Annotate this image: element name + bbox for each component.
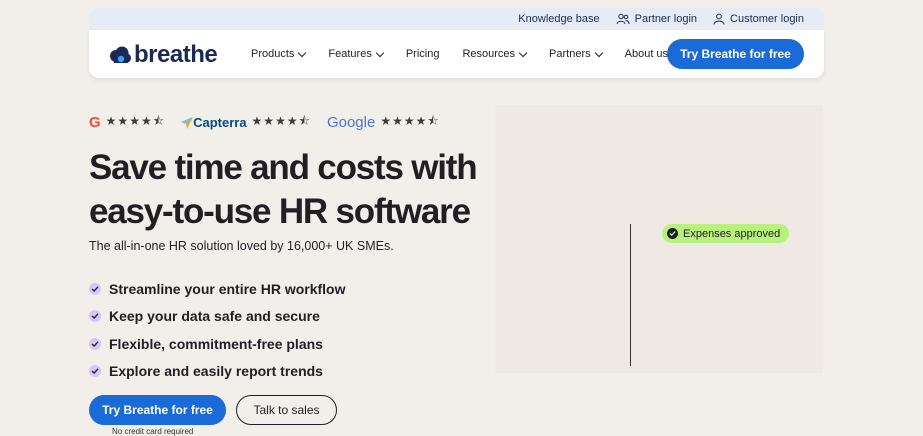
list-item: Keep your data safe and secure (89, 303, 346, 331)
utility-bar: Knowledge base Partner login Customer lo… (89, 8, 824, 30)
hero-title: Save time and costs with easy-to-use HR … (89, 146, 489, 234)
nav-item-products[interactable]: Products (251, 48, 307, 60)
main-navigation: breathe Products Features Pricing Resour… (89, 30, 824, 78)
logo-wordmark: breathe (134, 41, 218, 68)
chevron-down-icon (518, 48, 528, 57)
breathe-logo[interactable]: breathe (108, 41, 218, 69)
check-icon (89, 365, 101, 378)
badge-label: Expenses approved (683, 227, 781, 240)
try-free-nav-button[interactable]: Try Breathe for free (667, 39, 804, 69)
list-item: Flexible, commitment-free plans (89, 330, 346, 358)
star-rating: ★★★★⯪ (251, 114, 311, 128)
google-rating: Google ★★★★⯪ (327, 112, 440, 133)
list-item: Streamline your entire HR workflow (89, 275, 346, 303)
capterra-arrow-icon (181, 116, 194, 129)
talk-to-sales-button[interactable]: Talk to sales (236, 395, 337, 425)
nav-menu: Products Features Pricing Resources Part… (251, 30, 702, 78)
chevron-down-icon (375, 48, 385, 57)
hero-title-line1: Save time and costs with (89, 148, 478, 187)
nav-item-label: Resources (462, 48, 516, 60)
cloud-logo-icon (110, 46, 131, 63)
hero-title-line2: easy-to-use HR software (89, 192, 471, 231)
list-item: Explore and easily report trends (89, 358, 346, 386)
nav-item-resources[interactable]: Resources (462, 48, 528, 60)
star-rating: ★★★★⯪ (105, 114, 166, 128)
feature-text: Keep your data safe and secure (109, 308, 320, 325)
customer-login-label: Customer login (730, 13, 804, 25)
nav-item-label: Pricing (405, 48, 440, 60)
visual-divider (630, 224, 631, 366)
hero-subtitle: The all-in-one HR solution loved by 16,0… (89, 239, 394, 253)
partner-login-link[interactable]: Partner login (616, 13, 697, 25)
knowledge-base-link[interactable]: Knowledge base (518, 13, 599, 25)
expenses-approved-badge: Expenses approved (662, 224, 790, 243)
feature-text: Flexible, commitment-free plans (109, 335, 323, 352)
try-free-button[interactable]: Try Breathe for free (89, 395, 226, 425)
nav-item-features[interactable]: Features (328, 48, 385, 60)
ratings-row: G ★★★★⯪ Capterra ★★★★⯪ Google ★★★★⯪ (89, 112, 456, 133)
google-logo: Google (326, 114, 376, 131)
feature-list: Streamline your entire HR workflow Keep … (89, 275, 346, 385)
capterra-logo: Capterra (193, 115, 247, 130)
g2-rating: G ★★★★⯪ (89, 112, 165, 133)
check-icon (89, 310, 101, 323)
check-icon (89, 337, 101, 350)
knowledge-base-label: Knowledge base (518, 13, 600, 25)
nav-item-label: About us (624, 48, 669, 60)
user-icon (713, 13, 725, 25)
star-rating: ★★★★⯪ (380, 114, 440, 128)
chevron-down-icon (594, 48, 603, 57)
partners-icon (616, 13, 630, 25)
capterra-rating: Capterra ★★★★⯪ (181, 112, 311, 133)
partner-login-label: Partner login (634, 13, 698, 25)
nav-item-label: Features (328, 48, 372, 60)
nav-item-partners[interactable]: Partners (549, 48, 603, 60)
nav-item-label: Partners (549, 48, 591, 60)
g2-logo-icon: G (89, 114, 101, 131)
feature-text: Streamline your entire HR workflow (109, 280, 346, 297)
nav-item-label: Products (251, 48, 295, 60)
chevron-down-icon (298, 48, 307, 57)
customer-login-link[interactable]: Customer login (713, 13, 804, 25)
check-icon (89, 282, 101, 295)
check-circle-icon (667, 228, 678, 239)
nav-item-pricing[interactable]: Pricing (406, 48, 440, 60)
feature-text: Explore and easily report trends (109, 363, 323, 380)
